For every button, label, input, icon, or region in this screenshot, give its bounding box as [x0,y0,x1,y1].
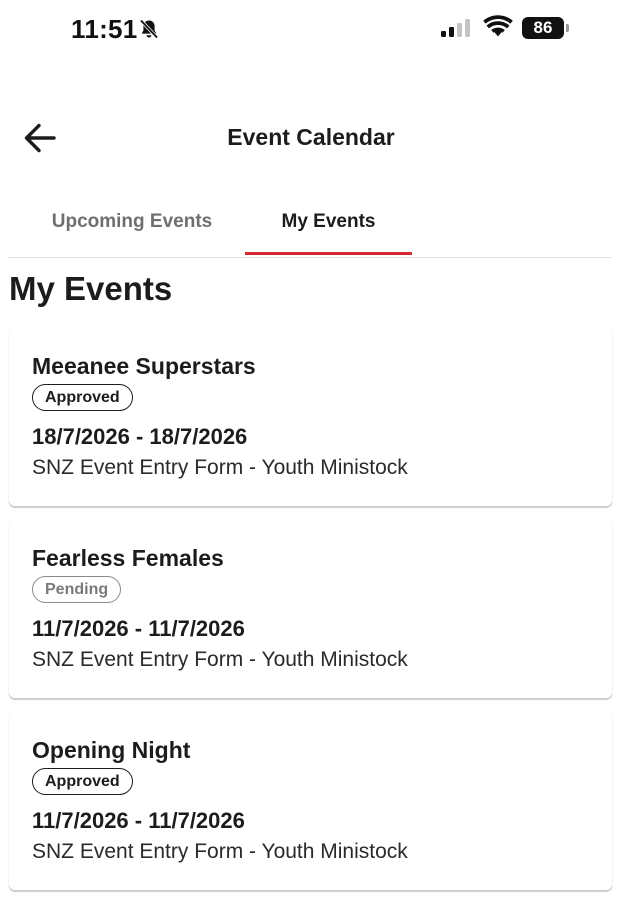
event-dates: 11/7/2026 - 11/7/2026 [32,808,245,833]
event-card[interactable]: Meeanee Superstars Approved 18/7/2026 - … [9,328,612,506]
tab-bar: Upcoming Events My Events [8,196,612,258]
battery-level: 86 [533,18,553,37]
battery-tip [566,24,569,32]
section-heading: My Events [9,270,173,307]
tab-upcoming-events[interactable]: Upcoming Events [30,196,234,256]
bell-slash-icon [139,19,159,39]
active-tab-indicator [245,252,412,255]
status-badge: Approved [32,384,133,411]
event-title: Fearless Females [32,545,224,571]
event-dates: 11/7/2026 - 11/7/2026 [32,616,245,641]
page-title: Event Calendar [227,124,395,150]
event-card[interactable]: Opening Night Approved 11/7/2026 - 11/7/… [9,712,612,890]
event-calendar-screen: 11:51 86 Event Calendar Upcoming Events … [0,0,622,906]
wifi-icon [483,15,513,37]
tab-my-events[interactable]: My Events [245,196,412,256]
event-dates: 18/7/2026 - 18/7/2026 [32,424,248,449]
battery-icon: 86 [522,17,570,39]
event-form-name: SNZ Event Entry Form - Youth Ministock [32,648,408,671]
status-time: 11:51 [71,14,138,44]
event-form-name: SNZ Event Entry Form - Youth Ministock [32,456,408,479]
event-form-name: SNZ Event Entry Form - Youth Ministock [32,840,408,863]
status-badge: Approved [32,768,133,795]
event-title: Meeanee Superstars [32,353,256,379]
cellular-signal-icon [441,19,470,37]
status-badge: Pending [32,576,122,603]
event-card[interactable]: Fearless Females Pending 11/7/2026 - 11/… [9,520,612,698]
event-title: Opening Night [32,737,191,763]
status-bar: 11:51 86 [0,0,622,60]
